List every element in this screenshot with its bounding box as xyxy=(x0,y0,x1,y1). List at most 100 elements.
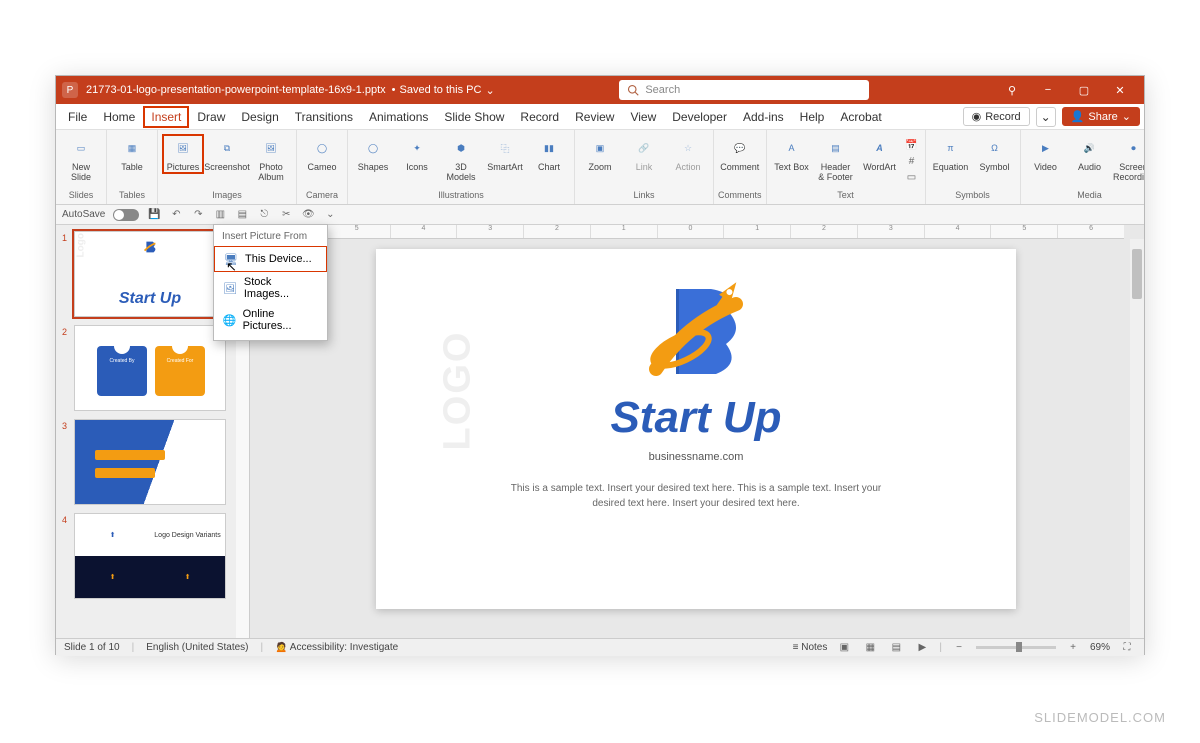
tab-design[interactable]: Design xyxy=(233,106,286,128)
cameo-icon: ◯ xyxy=(310,136,334,160)
table-icon: ▦ xyxy=(120,136,144,160)
normal-view-icon[interactable]: ▣ xyxy=(835,641,853,655)
video-button[interactable]: ▶Video xyxy=(1025,134,1067,174)
chart-button[interactable]: ▮▮Chart xyxy=(528,134,570,174)
icons-icon: ✦ xyxy=(405,136,429,160)
tab-developer[interactable]: Developer xyxy=(664,106,735,128)
logo-side-label: LOGO xyxy=(436,331,479,451)
tab-addins[interactable]: Add-ins xyxy=(735,106,792,128)
symbol-button[interactable]: ΩSymbol xyxy=(974,134,1016,174)
slide-subtitle[interactable]: businessname.com xyxy=(376,451,1016,463)
comment-button[interactable]: 💬Comment xyxy=(719,134,761,174)
qat-more-icon[interactable]: ⌄ xyxy=(323,208,337,222)
stock-images-icon: 🖼 xyxy=(222,280,238,296)
zoom-slider[interactable] xyxy=(976,646,1056,649)
tab-view[interactable]: View xyxy=(622,106,664,128)
vertical-scrollbar[interactable] xyxy=(1130,239,1144,638)
redo-icon[interactable]: ↷ xyxy=(191,208,205,222)
tab-slideshow[interactable]: Slide Show xyxy=(436,106,512,128)
link-button[interactable]: 🔗Link xyxy=(623,134,665,174)
tab-record[interactable]: Record xyxy=(512,106,567,128)
share-button[interactable]: 👤 Share ⌄ xyxy=(1062,107,1140,126)
table-button[interactable]: ▦Table xyxy=(111,134,153,174)
tab-draw[interactable]: Draw xyxy=(189,106,233,128)
group-symbols: πEquation ΩSymbol Symbols xyxy=(926,130,1021,204)
online-pictures-item[interactable]: 🌐 Online Pictures... xyxy=(214,304,327,336)
location-icon[interactable]: ⚲ xyxy=(994,76,1030,104)
search-input[interactable]: Search xyxy=(619,80,869,100)
tab-file[interactable]: File xyxy=(60,106,95,128)
save-status[interactable]: • Saved to this PC ⌄ xyxy=(392,84,495,97)
new-slide-button[interactable]: ▭New Slide xyxy=(60,134,102,184)
reading-view-icon[interactable]: ▤ xyxy=(887,641,905,655)
notes-button[interactable]: ≡ Notes xyxy=(793,642,828,653)
undo-icon[interactable]: ↶ xyxy=(169,208,183,222)
smartart-button[interactable]: ⿻SmartArt xyxy=(484,134,526,174)
date-time-icon[interactable]: 📅 xyxy=(905,138,919,152)
autosave-toggle[interactable] xyxy=(113,209,139,221)
header-footer-button[interactable]: ▤Header & Footer xyxy=(815,134,857,184)
action-button[interactable]: ☆Action xyxy=(667,134,709,174)
slide-canvas[interactable]: LOGO Start Up businessname.com This is a… xyxy=(376,249,1016,609)
stock-images-item[interactable]: 🖼 Stock Images... xyxy=(214,272,327,304)
zoom-icon: ▣ xyxy=(588,136,612,160)
titlebar: P 21773-01-logo-presentation-powerpoint-… xyxy=(56,76,1144,104)
zoom-level[interactable]: 69% xyxy=(1090,642,1110,653)
qat-icon-3[interactable]: ⎋ xyxy=(257,208,271,222)
tab-help[interactable]: Help xyxy=(792,106,833,128)
qat-icon-2[interactable]: ▤ xyxy=(235,208,249,222)
slideshow-view-icon[interactable]: ▶ xyxy=(913,641,931,655)
sorter-view-icon[interactable]: ▦ xyxy=(861,641,879,655)
textbox-button[interactable]: AText Box xyxy=(771,134,813,174)
tab-acrobat[interactable]: Acrobat xyxy=(832,106,889,128)
audio-button[interactable]: 🔊Audio xyxy=(1069,134,1111,174)
tab-animations[interactable]: Animations xyxy=(361,106,436,128)
thumb-slide-4[interactable]: ⬆ Logo Design Variants ⬆ ⬆ xyxy=(74,513,226,599)
screenshot-button[interactable]: ⧉Screenshot xyxy=(206,134,248,174)
shapes-button[interactable]: ◯Shapes xyxy=(352,134,394,174)
cameo-button[interactable]: ◯Cameo xyxy=(301,134,343,174)
slide-number-icon[interactable]: # xyxy=(905,154,919,168)
tab-review[interactable]: Review xyxy=(567,106,622,128)
thumb-slide-1[interactable]: Logo Start Up xyxy=(74,231,226,317)
icons-button[interactable]: ✦Icons xyxy=(396,134,438,174)
slide-thumbnails[interactable]: 1 Logo Start Up 2 Created By Created For… xyxy=(56,225,236,638)
zoom-out-button[interactable]: − xyxy=(950,641,968,655)
qat-icon-5[interactable]: 👁 xyxy=(301,208,315,222)
record-button[interactable]: ◉ Record xyxy=(963,107,1030,126)
maximize-button[interactable]: ▢ xyxy=(1066,76,1102,104)
minimize-button[interactable]: − xyxy=(1030,76,1066,104)
chart-icon: ▮▮ xyxy=(537,136,561,160)
tab-transitions[interactable]: Transitions xyxy=(287,106,361,128)
tab-home[interactable]: Home xyxy=(95,106,143,128)
zoom-button[interactable]: ▣Zoom xyxy=(579,134,621,174)
photo-album-button[interactable]: 🖼Photo Album xyxy=(250,134,292,184)
ribbon-options-button[interactable]: ⌄ xyxy=(1036,107,1056,127)
slide-counter[interactable]: Slide 1 of 10 xyxy=(64,642,120,653)
qat-icon-1[interactable]: ▥ xyxy=(213,208,227,222)
tab-insert[interactable]: Insert xyxy=(143,106,189,128)
fit-window-button[interactable]: ⛶ xyxy=(1118,641,1136,655)
equation-button[interactable]: πEquation xyxy=(930,134,972,174)
comment-icon: 💬 xyxy=(728,136,752,160)
cursor-icon: ↖ xyxy=(226,259,237,275)
wordart-button[interactable]: AWordArt xyxy=(859,134,901,174)
qat-icon-4[interactable]: ✂ xyxy=(279,208,293,222)
accessibility-status[interactable]: 🙍 Accessibility: Investigate xyxy=(275,642,398,653)
slide-description[interactable]: This is a sample text. Insert your desir… xyxy=(376,481,1016,511)
slide-editor[interactable]: 6543210123456 LOGO Start Up businessname… xyxy=(236,225,1144,638)
language-status[interactable]: English (United States) xyxy=(146,642,248,653)
object-icon[interactable]: ▭ xyxy=(905,170,919,184)
new-slide-icon: ▭ xyxy=(69,136,93,160)
close-button[interactable]: ✕ xyxy=(1102,76,1138,104)
save-icon[interactable]: 💾 xyxy=(147,208,161,222)
logo-graphic[interactable] xyxy=(631,279,761,389)
3d-models-button[interactable]: ⬢3D Models xyxy=(440,134,482,184)
thumb-slide-2[interactable]: Created By Created For xyxy=(74,325,226,411)
group-media: ▶Video 🔊Audio ⏺Screen Recording Media xyxy=(1021,130,1144,204)
autosave-label: AutoSave xyxy=(62,209,105,220)
pictures-button[interactable]: 🖼Pictures xyxy=(162,134,204,174)
screen-recording-button[interactable]: ⏺Screen Recording xyxy=(1113,134,1144,184)
zoom-in-button[interactable]: + xyxy=(1064,641,1082,655)
thumb-slide-3[interactable] xyxy=(74,419,226,505)
